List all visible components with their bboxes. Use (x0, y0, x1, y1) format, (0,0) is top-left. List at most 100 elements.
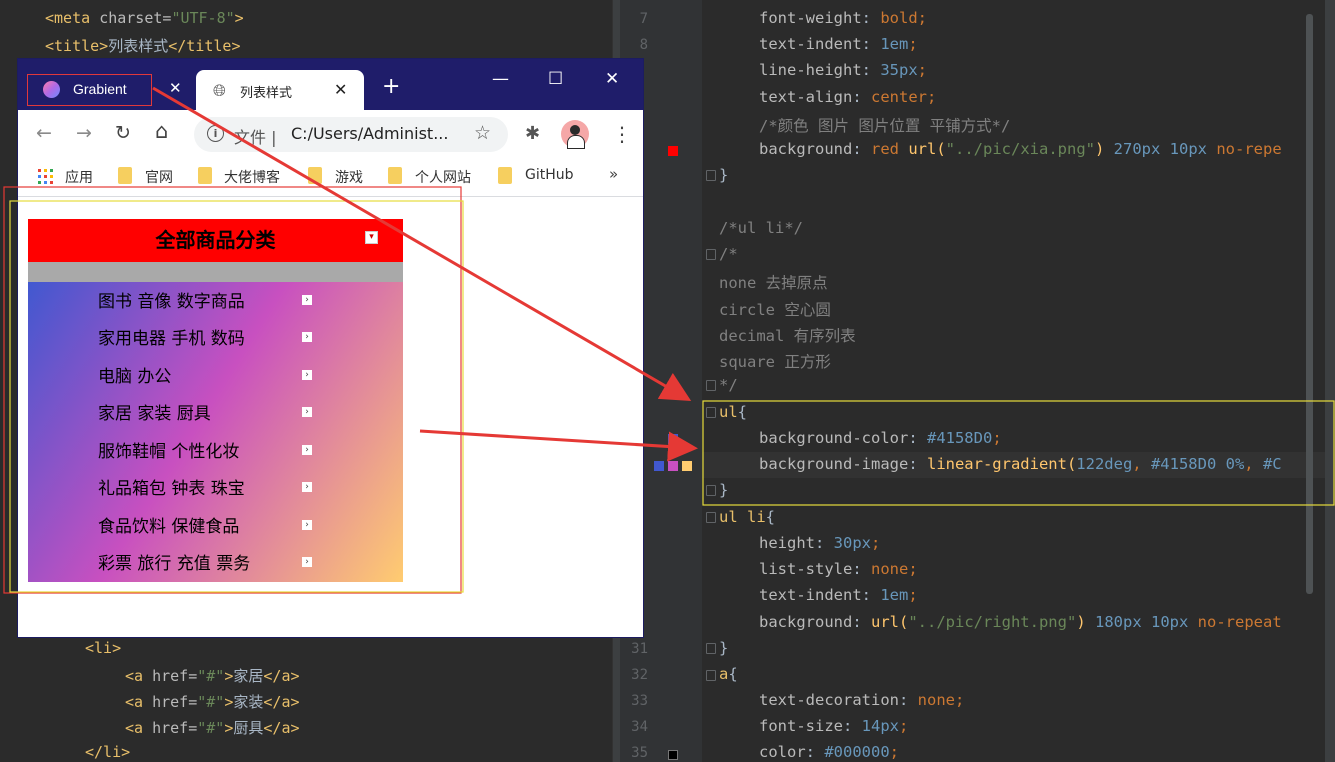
tab-grabient[interactable]: Grabient (27, 74, 152, 106)
category-link[interactable]: 服饰鞋帽 个性化妆 (98, 437, 239, 462)
bookmarks-overflow-button[interactable]: » (609, 165, 618, 183)
category-link[interactable]: 食品饮料 保健食品 (98, 512, 239, 537)
fold-marker-icon[interactable] (706, 643, 716, 654)
page-viewport: 全部商品分类 ▾ 图书 音像 数字商品 › 家用电器 手机 数码 › 电脑 办公… (18, 197, 643, 637)
css-line: text-indent: 1em; (759, 35, 918, 53)
right-arrow-icon: › (302, 520, 312, 530)
code-line-anchor: <a href="#">厨具</a> (125, 719, 300, 737)
category-link[interactable]: 彩票 旅行 充值 票务 (98, 549, 250, 574)
css-line: background: url("../pic/right.png") 180p… (759, 613, 1282, 631)
bookmark-folder-official[interactable]: 官网 (145, 167, 173, 187)
color-swatch-blue-icon[interactable] (654, 461, 664, 471)
css-comment: /*ul li*/ (719, 219, 803, 237)
right-arrow-icon: › (302, 332, 312, 342)
tab-list-style[interactable]: 🌐︎ 列表样式 ✕ (196, 70, 364, 110)
fold-marker-icon[interactable] (706, 512, 716, 523)
tab-label: 列表样式 (240, 86, 293, 101)
profile-avatar-button[interactable] (561, 120, 589, 149)
new-tab-button[interactable]: + (382, 74, 400, 99)
gray-band (28, 262, 403, 282)
bookmark-star-button[interactable]: ☆ (474, 122, 491, 144)
globe-icon: 🌐︎ (213, 81, 226, 100)
grabient-logo-icon (43, 81, 60, 98)
right-editor-pane[interactable]: 7 8 31 32 33 34 35 font-weight: bold; te… (620, 0, 1335, 762)
fold-marker-icon[interactable] (706, 485, 716, 496)
color-swatch-red-icon[interactable] (668, 146, 678, 156)
browser-menu-button[interactable]: ⋮ (612, 122, 632, 146)
close-window-button[interactable]: ✕ (605, 69, 619, 89)
category-link[interactable]: 家用电器 手机 数码 (98, 324, 245, 349)
minimize-button[interactable]: — (492, 69, 509, 89)
right-arrow-icon: › (302, 370, 312, 380)
dropdown-arrow-icon: ▾ (365, 231, 378, 244)
css-line: color: #000000; (759, 743, 900, 761)
category-link[interactable]: 图书 音像 数字商品 (98, 287, 245, 312)
css-comment: /*颜色 图片 图片位置 平铺方式*/ (759, 117, 1011, 135)
line-number: 34 (631, 719, 648, 735)
category-link[interactable]: 电脑 办公 (98, 362, 171, 387)
file-scheme-label: 文件 | (234, 128, 277, 147)
forward-button[interactable]: → (76, 122, 92, 144)
color-swatch-yellow-icon[interactable] (682, 461, 692, 471)
code-line-anchor: <a href="#">家居</a> (125, 667, 300, 685)
avatar-head (570, 125, 580, 135)
browser-title-bar[interactable]: Grabient ✕ 🌐︎ 列表样式 ✕ + — ☐ ✕ (18, 59, 643, 110)
category-link[interactable]: 家居 家装 厨具 (98, 399, 211, 424)
fold-marker-icon[interactable] (706, 670, 716, 681)
url-text[interactable]: C:/Users/Administ... (291, 124, 448, 143)
extensions-puzzle-button[interactable]: ✱ (525, 123, 540, 144)
address-bar[interactable]: i 文件 | C:/Users/Administ... ☆ (194, 117, 508, 152)
line-number: 7 (639, 11, 648, 27)
browser-window[interactable]: Grabient ✕ 🌐︎ 列表样式 ✕ + — ☐ ✕ ← → ↻ ⌂ i 文… (18, 59, 643, 637)
css-line: text-indent: 1em; (759, 586, 918, 604)
category-link[interactable]: 礼品箱包 钟表 珠宝 (98, 474, 245, 499)
color-swatch-blue-icon[interactable] (668, 434, 678, 444)
folder-icon (388, 167, 402, 184)
fold-marker-icon[interactable] (706, 407, 716, 418)
bookmark-apps[interactable]: 应用 (65, 167, 93, 187)
fold-marker-icon[interactable] (706, 380, 716, 391)
color-swatch-purple-icon[interactable] (668, 461, 678, 471)
bookmark-folder-github[interactable]: GitHub (525, 167, 574, 183)
tab-close-button[interactable]: ✕ (169, 79, 182, 97)
avatar-body (567, 135, 585, 149)
tab-label: Grabient (73, 81, 127, 97)
color-swatch-black-icon[interactable] (668, 750, 678, 760)
css-comment: none 去掉原点 (719, 274, 828, 292)
css-comment: square 正方形 (719, 353, 831, 371)
right-arrow-icon: › (302, 295, 312, 305)
back-button[interactable]: ← (36, 122, 52, 144)
reload-button[interactable]: ↻ (115, 122, 131, 144)
css-comment: decimal 有序列表 (719, 327, 856, 345)
folder-icon (308, 167, 322, 184)
code-line-li-open: <li> (85, 639, 122, 657)
code-line-meta: <meta charset="UTF-8"> (45, 9, 244, 27)
line-number: 35 (631, 745, 648, 761)
css-line: height: 30px; (759, 534, 881, 552)
category-menu: 全部商品分类 ▾ 图书 音像 数字商品 › 家用电器 手机 数码 › 电脑 办公… (28, 219, 403, 582)
css-comment: */ (719, 376, 738, 394)
right-arrow-icon: › (302, 482, 312, 492)
fold-marker-icon[interactable] (706, 249, 716, 260)
category-list: 图书 音像 数字商品 › 家用电器 手机 数码 › 电脑 办公 › 家居 家装 … (28, 282, 403, 582)
tool-window-strip[interactable] (1325, 0, 1335, 762)
category-menu-header[interactable]: 全部商品分类 ▾ (28, 219, 403, 262)
apps-grid-icon[interactable] (38, 169, 53, 184)
tab-close-button[interactable]: ✕ (334, 80, 347, 99)
css-line: background-image: linear-gradient(122deg… (759, 455, 1282, 473)
css-line: font-size: 14px; (759, 717, 909, 735)
folder-icon (498, 167, 512, 184)
right-arrow-icon: › (302, 557, 312, 567)
css-line: font-weight: bold; (759, 9, 927, 27)
bookmark-folder-games[interactable]: 游戏 (335, 167, 363, 187)
css-line: text-align: center; (759, 88, 937, 106)
bookmark-folder-blogs[interactable]: 大佬博客 (224, 167, 280, 187)
home-button[interactable]: ⌂ (155, 119, 168, 143)
vertical-scrollbar[interactable] (1306, 14, 1313, 594)
css-line: } (719, 481, 729, 499)
folder-icon (198, 167, 212, 184)
site-info-icon[interactable]: i (207, 125, 224, 142)
fold-marker-icon[interactable] (706, 170, 716, 181)
bookmark-folder-personal[interactable]: 个人网站 (415, 167, 471, 187)
maximize-button[interactable]: ☐ (548, 69, 563, 89)
